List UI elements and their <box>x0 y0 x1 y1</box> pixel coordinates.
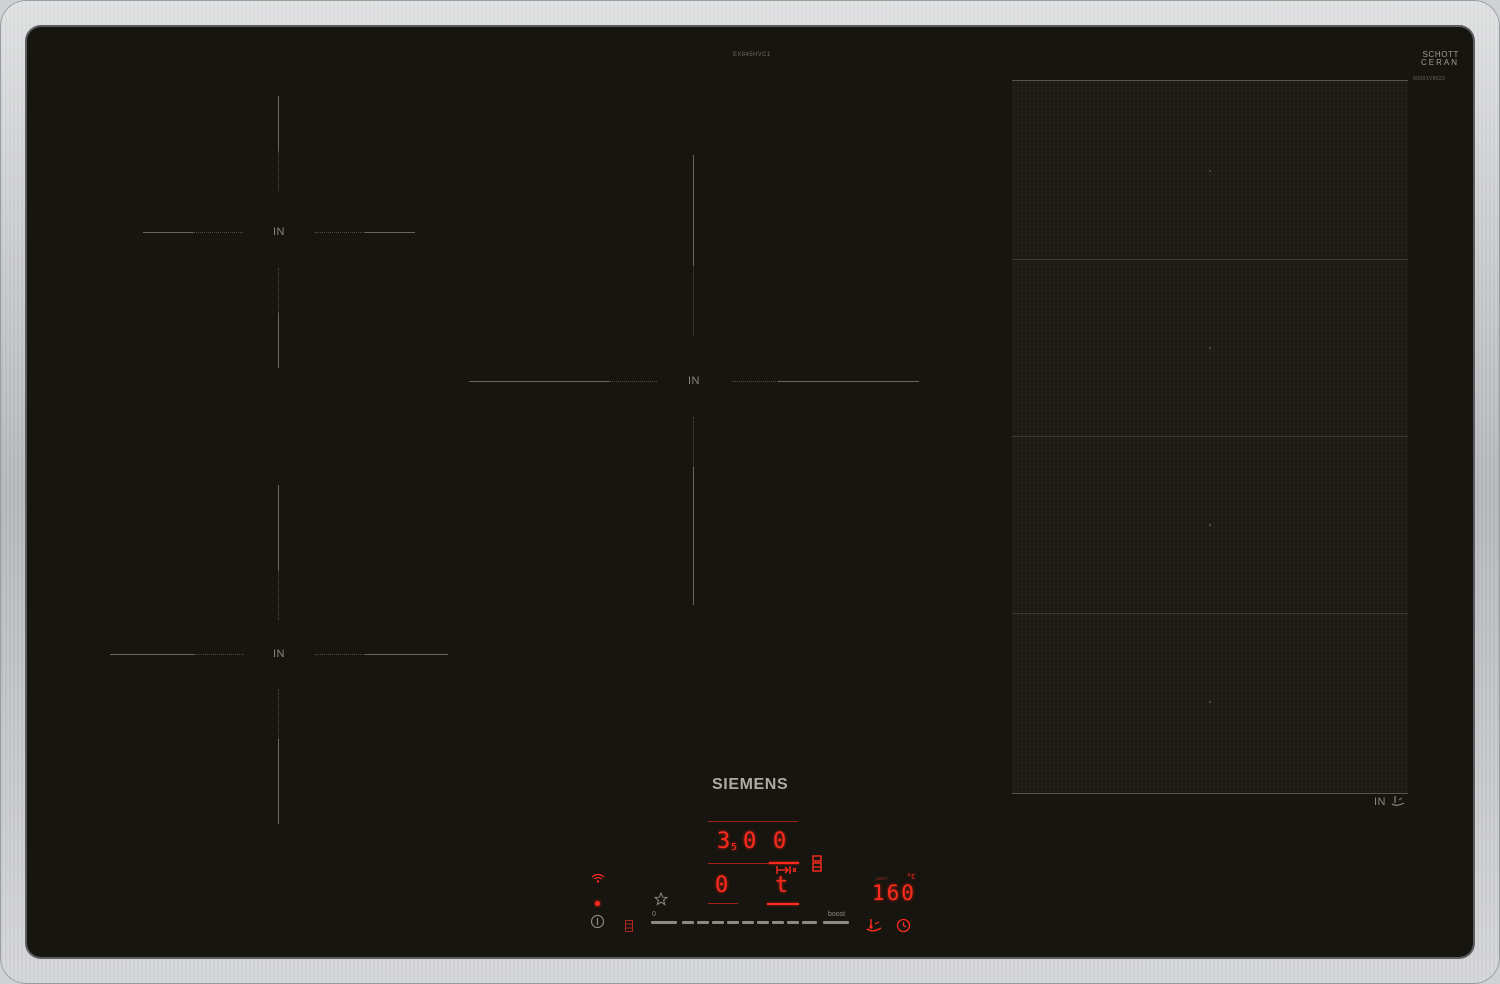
zone-mark <box>693 265 694 335</box>
zone-mark <box>693 155 694 265</box>
zone-mark <box>469 381 609 382</box>
flex-cooking-icon <box>1391 796 1405 806</box>
slider-max-label: boost <box>828 911 846 918</box>
slider-segment <box>757 921 769 924</box>
glass-code: 00001V8623 <box>1413 76 1446 82</box>
slider-segment <box>682 921 694 924</box>
status-led <box>595 901 600 906</box>
schott-ceran-logo: SCHOTT CERAN <box>1407 51 1459 67</box>
slider-segment <box>727 921 739 924</box>
zone-mark <box>315 654 365 655</box>
power-level-digit: 0 <box>715 873 729 898</box>
zone-mark <box>365 654 448 655</box>
zone-mark <box>278 570 279 620</box>
timer-icon[interactable] <box>896 918 911 933</box>
slider-segment <box>802 921 817 924</box>
zone-mark <box>609 381 657 382</box>
ceran-text: CERAN <box>1420 58 1459 67</box>
display-highlight <box>767 903 799 905</box>
ceramic-glass-cooktop: EX845HVC1 SCHOTT CERAN 00001V8623 IN IN … <box>27 27 1473 957</box>
zone-mark <box>278 689 279 739</box>
temperature-unit: °C <box>907 873 916 881</box>
zone-mark <box>693 467 694 605</box>
flex-zone-marker <box>1209 701 1211 703</box>
timer-subscript: 5 <box>731 842 738 853</box>
frying-sensor-icon[interactable] <box>866 917 882 933</box>
flex-zone-marker <box>1209 170 1211 172</box>
display-highlight <box>769 862 799 864</box>
pan-sensor-icon <box>812 855 822 872</box>
zone-mark <box>194 654 244 655</box>
slider-segment <box>772 921 784 924</box>
zone-label: IN <box>273 226 285 238</box>
mode-char: t <box>775 873 789 898</box>
zone-mark <box>365 232 415 233</box>
zone-label: IN <box>688 375 700 387</box>
zone-label: IN <box>273 648 285 660</box>
child-lock-icon[interactable] <box>625 920 633 932</box>
timer-digit-2: 0 <box>743 829 757 854</box>
slider-segment <box>742 921 754 924</box>
zone-mark <box>278 739 279 824</box>
flex-induction-zone[interactable] <box>1012 80 1408 794</box>
display-rule <box>708 903 738 904</box>
slider-segment <box>712 921 724 924</box>
zone-mark <box>732 381 778 382</box>
flex-zone-label: IN <box>1374 796 1386 808</box>
zone-mark <box>278 313 279 368</box>
flex-zone-marker <box>1209 347 1211 349</box>
timer-digit-1: 3 <box>717 829 731 854</box>
zone-mark <box>193 232 243 233</box>
zone-mark <box>110 654 194 655</box>
zone-mark <box>278 151 279 191</box>
zone-mark <box>278 485 279 570</box>
slider-segment <box>697 921 709 924</box>
model-code: EX845HVC1 <box>733 52 771 58</box>
temperature-display: 160 <box>872 881 916 905</box>
flex-zone-divider <box>1012 436 1408 437</box>
slider-segment <box>787 921 799 924</box>
display-rule <box>708 821 798 822</box>
slider-segment <box>651 921 677 924</box>
timer-digit-3: 0 <box>773 829 787 854</box>
zone-mark <box>315 232 365 233</box>
slider-segment <box>823 921 849 924</box>
wifi-icon[interactable] <box>591 873 605 883</box>
star-icon[interactable] <box>654 892 668 906</box>
zone-mark <box>278 268 279 313</box>
zone-mark <box>693 417 694 467</box>
brand-logo: SIEMENS <box>712 776 789 793</box>
zone-mark <box>778 381 919 382</box>
flex-zone-marker <box>1209 524 1211 526</box>
zone-mark <box>278 96 279 151</box>
power-icon[interactable] <box>590 914 605 929</box>
flex-zone-divider <box>1012 613 1408 614</box>
zone-mark <box>143 232 193 233</box>
slider-min-label: 0 <box>652 911 656 918</box>
flex-zone-divider <box>1012 259 1408 260</box>
